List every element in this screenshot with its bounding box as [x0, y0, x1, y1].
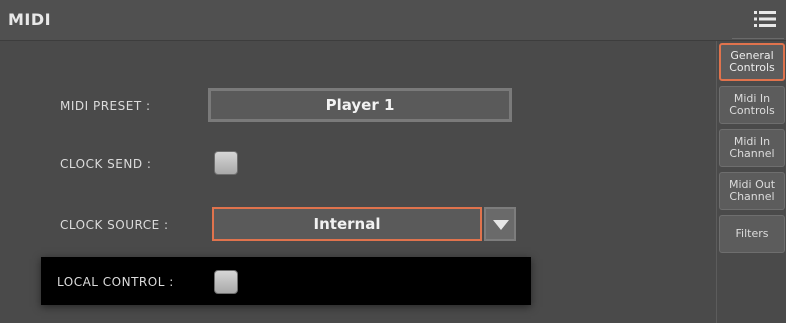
clock-source-label: CLOCK SOURCE : — [60, 218, 169, 232]
tab-label: Filters — [735, 227, 769, 240]
clock-send-checkbox[interactable] — [214, 151, 238, 175]
tab-label: General Controls — [729, 49, 775, 74]
local-control-row: LOCAL CONTROL : — [41, 257, 531, 305]
clock-source-select[interactable]: Internal — [212, 207, 482, 241]
local-control-checkbox[interactable] — [214, 270, 238, 294]
midi-preset-field[interactable]: Player 1 — [208, 88, 512, 122]
tab-label: Midi In Controls — [729, 92, 775, 117]
triangle-down-icon — [493, 220, 509, 230]
midi-preset-label: MIDI PRESET : — [60, 99, 151, 113]
hamburger-menu-icon — [754, 11, 776, 27]
page-title: MIDI — [8, 10, 52, 29]
tab-midi-out-channel[interactable]: Midi Out Channel — [719, 172, 785, 210]
tab-midi-in-controls[interactable]: Midi In Controls — [719, 86, 785, 124]
sidebar: General Controls Midi In Controls Midi I… — [716, 41, 786, 323]
title-bar: MIDI — [0, 0, 786, 41]
tab-label: Midi Out Channel — [728, 178, 776, 203]
tab-label: Midi In Channel — [729, 135, 775, 160]
menu-button[interactable] — [732, 2, 784, 39]
local-control-label: LOCAL CONTROL : — [57, 275, 174, 289]
tab-general-controls[interactable]: General Controls — [719, 43, 785, 81]
tab-filters[interactable]: Filters — [719, 215, 785, 253]
main-panel: MIDI PRESET : Player 1 CLOCK SEND : CLOC… — [0, 41, 716, 323]
clock-send-label: CLOCK SEND : — [60, 157, 152, 171]
tab-midi-in-channel[interactable]: Midi In Channel — [719, 129, 785, 167]
clock-source-dropdown-button[interactable] — [484, 207, 516, 241]
